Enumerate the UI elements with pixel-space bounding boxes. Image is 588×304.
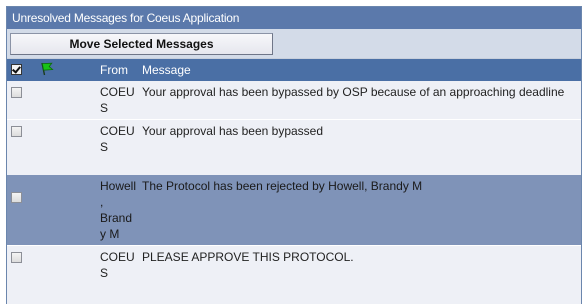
- table-row[interactable]: Howell, Brandy M The Protocol has been r…: [7, 174, 581, 245]
- flag-cell: [37, 174, 97, 245]
- flag-icon: [41, 62, 54, 76]
- from-cell: Howell, Brandy M: [97, 174, 139, 245]
- row-checkbox-cell[interactable]: [7, 119, 37, 175]
- message-cell[interactable]: PLEASE APPROVE THIS PROTOCOL.: [139, 244, 581, 284]
- move-selected-messages-button[interactable]: Move Selected Messages: [10, 33, 273, 55]
- flag-cell: [37, 119, 97, 175]
- flag-cell: [37, 81, 97, 120]
- message-cell[interactable]: The Protocol has been rejected by Howell…: [139, 174, 581, 245]
- row-checkbox-cell[interactable]: [7, 81, 37, 120]
- row-checkbox[interactable]: [11, 251, 22, 263]
- message-cell[interactable]: Your approval has been bypassed: [139, 119, 581, 175]
- message-column-header[interactable]: Message: [139, 59, 581, 81]
- toolbar: Move Selected Messages: [7, 29, 581, 59]
- row-checkbox[interactable]: [11, 126, 22, 137]
- select-all-checkbox-icon[interactable]: [11, 64, 22, 75]
- from-cell: COEUS: [97, 244, 139, 284]
- table-row[interactable]: COEUS PLEASE APPROVE THIS PROTOCOL.: [7, 244, 581, 284]
- table-row[interactable]: COEUS Your approval has been bypassed by…: [7, 81, 581, 120]
- from-cell: COEUS: [97, 81, 139, 120]
- row-checkbox[interactable]: [11, 191, 22, 203]
- messages-table: From Message COEUS Your approval has bee…: [7, 59, 581, 284]
- messages-panel: Unresolved Messages for Coeus Applicatio…: [6, 6, 582, 304]
- flag-header: [37, 59, 97, 81]
- row-checkbox[interactable]: [11, 87, 22, 98]
- row-checkbox-cell[interactable]: [7, 174, 37, 245]
- table-row[interactable]: COEUS Your approval has been bypassed: [7, 119, 581, 175]
- select-all-header[interactable]: [7, 59, 37, 81]
- row-checkbox-cell[interactable]: [7, 244, 37, 284]
- from-cell: COEUS: [97, 119, 139, 175]
- panel-title: Unresolved Messages for Coeus Applicatio…: [7, 7, 581, 29]
- flag-cell: [37, 244, 97, 284]
- message-cell[interactable]: Your approval has been bypassed by OSP b…: [139, 81, 581, 120]
- from-column-header[interactable]: From: [97, 59, 139, 81]
- table-header-row: From Message: [7, 59, 581, 81]
